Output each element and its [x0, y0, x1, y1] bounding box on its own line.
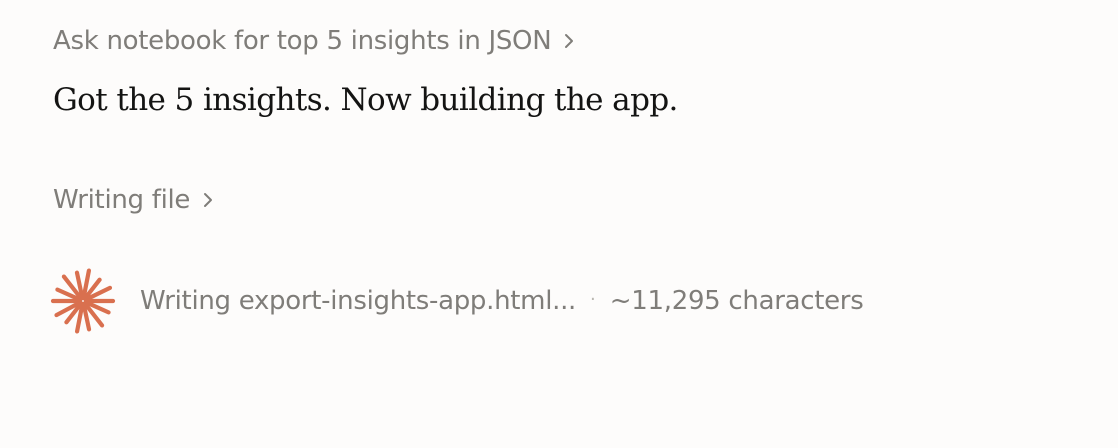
chevron-right-icon [563, 31, 579, 51]
assistant-message: Got the 5 insights. Now building the app… [53, 82, 678, 118]
status-character-count: ~11,295 characters [609, 286, 864, 316]
status-separator: · [590, 288, 596, 310]
status-filename: Writing export-insights-app.html... [140, 286, 577, 316]
tool-step-writing-file[interactable]: Writing file [53, 181, 218, 219]
tool-step-label: Writing file [53, 185, 191, 215]
chevron-right-icon [202, 190, 218, 210]
writing-status: Writing export-insights-app.html... · ~1… [50, 268, 864, 334]
tool-step-ask-notebook[interactable]: Ask notebook for top 5 insights in JSON [53, 22, 579, 60]
spark-icon [50, 268, 116, 334]
tool-step-label: Ask notebook for top 5 insights in JSON [53, 26, 552, 56]
